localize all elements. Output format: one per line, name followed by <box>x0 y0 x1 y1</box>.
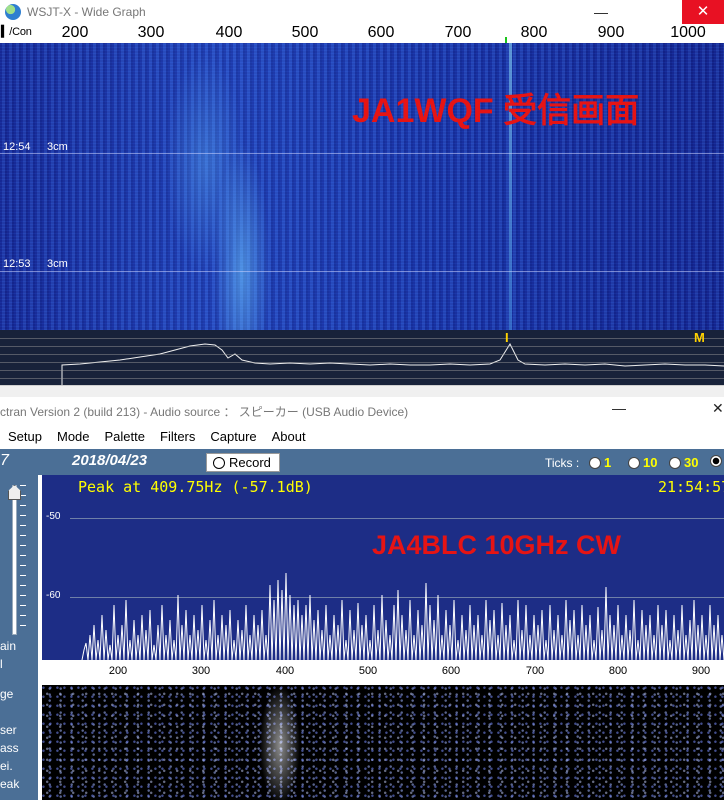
marker-m: M <box>694 330 705 345</box>
close-button[interactable]: ✕ <box>682 0 724 24</box>
freq-tick: 900 <box>691 665 711 677</box>
menu-about[interactable]: About <box>272 429 306 444</box>
counter-value: 7 <box>0 452 9 469</box>
spectran-toolbar: 7 2018/04/23 Record Ticks : 1 10 30 <box>0 449 724 475</box>
menu-setup[interactable]: Setup <box>8 429 42 444</box>
radio-icon <box>589 456 601 469</box>
scale-tick: 400 <box>215 24 243 41</box>
scale-tick: 500 <box>291 24 319 41</box>
freq-tick: 700 <box>525 665 545 677</box>
menu-bar: Setup Mode Palette Filters Capture About <box>0 424 724 449</box>
side-label: ei. <box>0 759 13 773</box>
scale-tick: 300 <box>137 24 165 41</box>
gain-slider-ticks <box>20 485 26 635</box>
scale-tick: 200 <box>61 24 89 41</box>
band-label: 3cm <box>47 258 68 270</box>
ticks-radio-selected[interactable] <box>710 455 722 467</box>
time-stamp: 12:54 <box>3 141 31 153</box>
record-label: Record <box>229 455 271 470</box>
minimize-button[interactable]: — <box>591 2 611 22</box>
spectran-waterfall[interactable] <box>42 685 724 800</box>
screen: WSJT-X - Wide Graph — ✕ ▍/Con 200 300 40… <box>0 0 724 800</box>
time-stamp: 12:53 <box>3 258 31 270</box>
wsjt-app-icon <box>5 4 21 20</box>
radio-selected-icon <box>710 455 722 467</box>
freq-tick: 200 <box>108 665 128 677</box>
record-button[interactable]: Record <box>206 453 280 472</box>
freq-tick: 800 <box>608 665 628 677</box>
scale-control[interactable]: ▍/Con <box>1 25 32 38</box>
marker-i: I <box>505 330 509 345</box>
scale-tick: 700 <box>444 24 472 41</box>
ticks-option-label: 1 <box>604 455 612 470</box>
freq-tick: 500 <box>358 665 378 677</box>
spectrum-bars <box>81 572 724 660</box>
radio-icon <box>669 456 681 469</box>
spectran-window-title: ctran Version 2 (build 213) - Audio sour… <box>0 405 409 419</box>
scale-tick: 800 <box>520 24 548 41</box>
freq-tick: 400 <box>275 665 295 677</box>
side-label: ain <box>0 639 17 653</box>
gain-panel: ain l ge ser ass ei. eak <box>0 475 38 800</box>
time-separator <box>0 271 724 272</box>
time-separator <box>0 153 724 154</box>
gain-slider-track[interactable] <box>12 485 17 635</box>
frequency-axis: 200 300 400 500 600 700 800 900 <box>42 660 724 685</box>
scale-tick: 900 <box>597 24 625 41</box>
scale-control-label: Con <box>12 26 32 38</box>
freq-tick: 600 <box>441 665 461 677</box>
close-button[interactable]: ✕ <box>712 400 724 417</box>
date-display: 2018/04/23 <box>72 452 148 469</box>
scale-tick: 1000 <box>670 24 706 41</box>
frequency-scale: ▍/Con 200 300 400 500 600 700 800 900 10… <box>0 24 724 43</box>
freq-tick: 300 <box>191 665 211 677</box>
overlay-caption: JA1WQF 受信画面 <box>352 92 640 130</box>
spectran-title-bar: ctran Version 2 (build 213) - Audio sour… <box>0 397 724 424</box>
scale-tick: 600 <box>367 24 395 41</box>
menu-mode[interactable]: Mode <box>57 429 90 444</box>
menu-palette[interactable]: Palette <box>105 429 145 444</box>
side-label: l <box>0 657 3 671</box>
wsjt-waterfall[interactable]: 12:54 3cm 12:53 3cm JA1WQF 受信画面 <box>0 43 724 330</box>
wsjt-title-bar: WSJT-X - Wide Graph — ✕ <box>0 0 724 24</box>
ticks-option-label: 30 <box>684 455 699 470</box>
wsjt-spectrum-plot: I M <box>0 330 724 385</box>
side-label: eak <box>0 777 20 791</box>
side-label: ge <box>0 687 14 701</box>
wsjt-window-title: WSJT-X - Wide Graph <box>27 5 146 19</box>
ticks-label: Ticks : <box>545 456 580 470</box>
band-label: 3cm <box>47 141 68 153</box>
ticks-radio-30[interactable]: 30 <box>669 455 698 470</box>
wsjt-control-strip <box>0 385 724 397</box>
spectrum-graph[interactable]: Peak at 409.75Hz (-57.1dB) 21:54:57 -50 … <box>42 475 724 660</box>
minimize-button[interactable]: — <box>612 400 626 416</box>
menu-filters[interactable]: Filters <box>160 429 195 444</box>
ticks-option-label: 10 <box>643 455 658 470</box>
radio-icon <box>628 456 640 469</box>
side-label: ass <box>0 741 19 755</box>
menu-capture[interactable]: Capture <box>210 429 256 444</box>
record-icon <box>213 456 225 469</box>
ticks-radio-10[interactable]: 10 <box>628 455 657 470</box>
side-label: ser <box>0 723 17 737</box>
ticks-radio-1[interactable]: 1 <box>589 455 611 470</box>
